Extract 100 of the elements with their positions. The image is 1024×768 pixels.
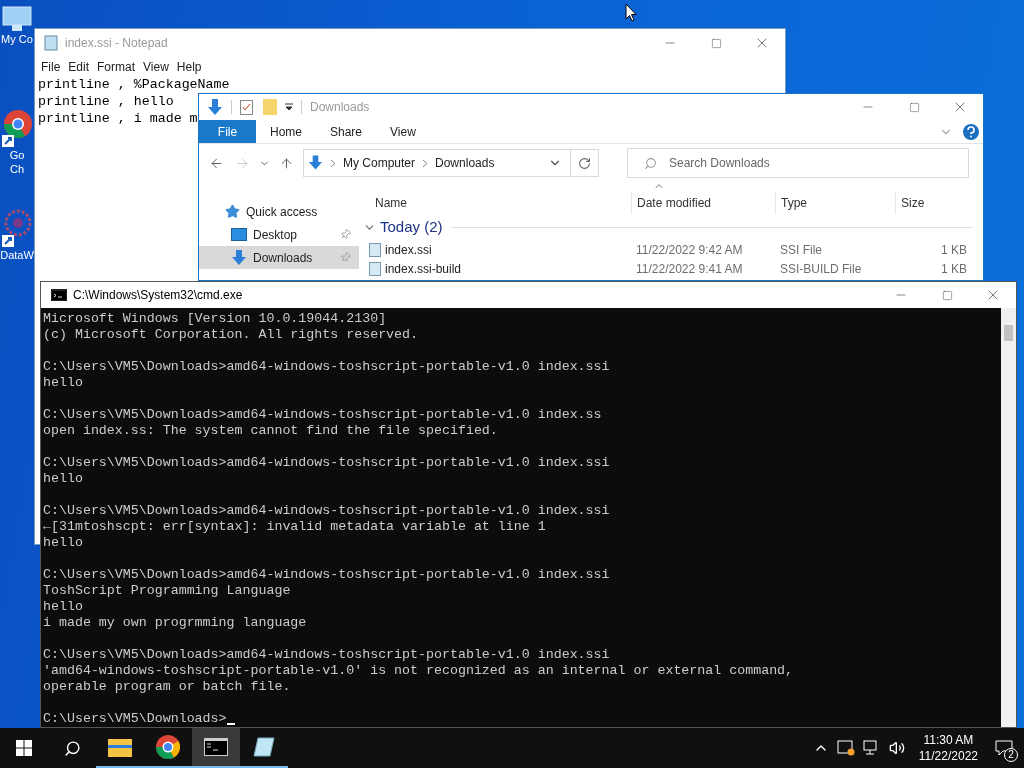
console-icon [51,289,67,301]
search-icon [644,156,657,170]
chevron-icon [331,159,335,167]
text-line: printline , i made m [38,110,198,127]
search-icon [63,739,81,757]
nav-pane-label: Downloads [253,249,314,267]
windows-logo-icon [16,740,32,756]
caret-icon[interactable] [285,103,293,111]
breadcrumb-item[interactable]: Downloads [435,154,495,172]
text-line: printline , %PackageName [38,76,230,93]
menu-item[interactable]: Help [172,57,206,76]
up-icon [278,155,294,171]
text-line: printline , hello [38,93,174,110]
address-bar[interactable]: My Computer Downloads [303,149,599,177]
ribbon-tab[interactable]: Share [316,120,377,143]
search-placeholder: Search Downloads [669,155,770,172]
help-icon[interactable] [963,123,979,140]
notification-badge: 2 [1004,748,1018,762]
desktop-icon-label[interactable]: Go [9,148,25,162]
console-line: 'amd64-windows-toshscript-portable-v1.0' is not recognized as an internal or external command, [43,663,794,679]
menu-item[interactable]: Edit [64,57,94,76]
text-cursor [226,723,235,725]
console-line: C:\Users\VM5\Downloads>amd64-windows-toshscript-portable-v1.0 index.ssi [43,567,610,583]
desktop-icon-label[interactable]: My Co [1,32,33,46]
scrollbar[interactable] [1001,308,1016,727]
nav-pane-label: Quick access [246,203,319,221]
network-graph-icon[interactable] [2,208,32,248]
group-header[interactable]: Today (2) [380,215,443,239]
maximize-icon [941,289,953,301]
notification-button[interactable]: 2 [984,728,1024,768]
maximize-icon [908,101,920,113]
console-line: C:\Users\VM5\Downloads>amd64-windows-toshscript-portable-v1.0 index.ssi [43,647,610,663]
column-header[interactable]: Name [369,192,631,214]
console-line: C:\Users\VM5\Downloads>amd64-windows-toshscript-portable-v1.0 index.ssi [43,455,610,471]
console-line: C:\Users\VM5\Downloads>amd64-windows-toshscript-portable-v1.0 index.ss [43,407,602,423]
console-line: ←[31mtoshscpt: err[syntax]: invalid metadata variable at line 1 [43,519,546,535]
file-type: SSI File [779,241,822,259]
chrome-icon [156,735,180,759]
nav-pane-label: Desktop [253,226,299,244]
chrome-icon[interactable] [2,108,32,148]
menu-item[interactable]: Format [93,57,140,76]
console-line: C:\Users\VM5\Downloads>amd64-windows-toshscript-portable-v1.0 index.ssi [43,503,610,519]
nav-pane-item[interactable]: Quick access [199,200,359,223]
clock[interactable]: 11:30 AM 11/22/2022 [912,732,984,764]
menu-item[interactable]: File [37,57,65,76]
taskbar-app[interactable] [192,728,240,768]
file-size: 1 KB [940,241,968,259]
console-icon [204,738,228,756]
file-size: 1 KB [940,260,968,278]
pointer-icon [625,3,637,22]
file-date: 11/22/2022 9:42 AM [635,241,743,259]
column-header[interactable]: Size [895,192,973,214]
breadcrumb-item[interactable]: My Computer [343,154,416,172]
console-line: operable program or batch file. [43,679,291,695]
nav-pane-item[interactable]: Downloads [199,246,359,269]
star-icon [225,204,240,219]
scrollbar-thumb[interactable] [1004,325,1013,341]
file-date: 11/22/2022 9:41 AM [635,260,743,278]
console-line: hello [43,471,83,487]
column-header[interactable]: Date modified [631,192,775,214]
search-field[interactable]: Search Downloads [627,148,969,178]
console-line: (c) Microsoft Corporation. All rights reserved. [43,327,419,343]
window-title: C:\Windows\System32\cmd.exe [73,287,244,304]
column-header[interactable]: Type [775,192,895,214]
ribbon-tab[interactable]: File [199,120,256,143]
speaker-icon[interactable] [888,740,905,756]
console-line: Microsoft Windows [Version 10.0.19044.2130] [43,311,387,327]
refresh-icon [578,156,591,170]
alert-icon[interactable] [836,740,855,756]
console-line: hello [43,375,83,391]
ribbon-tab[interactable]: Home [256,120,316,143]
nav-pane-item[interactable]: Desktop [199,223,359,246]
properties-icon[interactable] [240,99,253,115]
notepad-icon [43,35,59,51]
file-type: SSI-BUILD File [779,260,862,278]
download-icon [308,155,323,171]
desktop-icon-label[interactable]: DataW [0,248,34,262]
window-title: Downloads [310,99,371,116]
console-line: hello [43,599,83,615]
maximize-icon [710,37,722,49]
ribbon-tab[interactable]: View [376,120,430,143]
notification-icon [995,740,1013,756]
console-line: i made my own progrmming language [43,615,307,631]
console-line: C:\Users\VM5\Downloads>amd64-windows-toshscript-portable-v1.0 index.ssi [43,359,610,375]
menu-item[interactable]: View [139,57,173,76]
back-icon [208,155,224,171]
computer-icon[interactable] [2,6,32,32]
notepad-icon [253,736,275,758]
desktop-icon-label[interactable]: Ch [9,162,25,176]
console-line: open index.ss: The system cannot find the file specified. [43,423,498,439]
file-icon [369,261,381,276]
download-icon[interactable] [207,98,223,116]
file-name[interactable]: index.ssi [385,240,432,259]
file-name[interactable]: index.ssi-build [385,259,462,278]
file-icon [369,242,381,257]
window-title: index.ssi - Notepad [65,35,169,52]
folder-icon [108,737,132,757]
desktop-icon [231,228,247,241]
chevron-icon [423,159,428,167]
console-line: ToshScript Programming Language [43,583,291,599]
